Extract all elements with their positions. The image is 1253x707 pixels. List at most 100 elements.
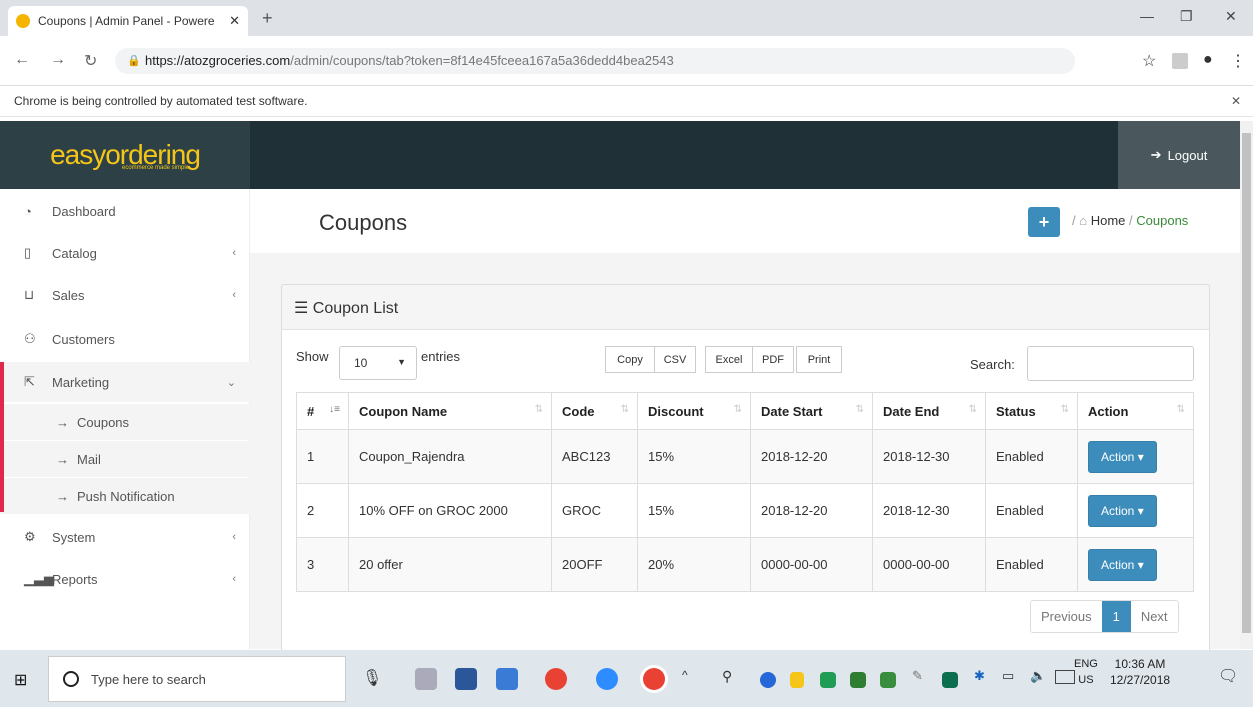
bluetooth-icon[interactable]: ✱ [974, 668, 985, 684]
sort-icon: ⇅ [733, 404, 742, 415]
cortana-icon [63, 671, 79, 687]
copy-button[interactable]: Copy [605, 346, 655, 373]
infobar-close-icon[interactable]: ✕ [1231, 94, 1241, 108]
sidebar-subitem-coupons[interactable]: → Coupons [0, 404, 250, 440]
notification-icon[interactable]: 🗨 [1218, 666, 1238, 686]
back-icon[interactable]: ← [14, 51, 30, 69]
catalog-icon: ▯ [24, 245, 32, 260]
people-icon[interactable]: ⚲ [722, 668, 732, 685]
page-scrollbar[interactable] [1240, 121, 1253, 649]
minimize-icon[interactable]: — [1140, 8, 1154, 24]
sidebar-subitem-label: Coupons [77, 414, 130, 430]
tray-app2-icon[interactable] [820, 672, 836, 688]
add-coupon-button[interactable]: + [1028, 207, 1060, 237]
table-row: 2 10% OFF on GROC 2000 GROC 15% 2018-12-… [296, 483, 1194, 538]
sidebar-item-reports[interactable]: ▁▃▅ Reports ‹ [0, 559, 250, 599]
entries-select[interactable]: 10 ▼ [339, 346, 417, 380]
volume-icon[interactable]: 🔈 [1030, 668, 1046, 684]
col-header-code[interactable]: Code ⇅ [551, 392, 638, 430]
tray-app4-icon[interactable] [880, 672, 896, 688]
reload-icon[interactable]: ↻ [84, 51, 97, 71]
pagination-previous[interactable]: Previous [1031, 601, 1102, 632]
panel-title: Coupon List [312, 300, 399, 317]
search-input[interactable] [1027, 346, 1194, 381]
sidebar-item-catalog[interactable]: ▯ Catalog ‹ [0, 233, 250, 273]
sidebar-subitem-mail[interactable]: → Mail [0, 441, 250, 477]
zoom-icon[interactable] [596, 668, 618, 690]
sidebar-item-customers[interactable]: ⚇ Customers [0, 319, 250, 359]
bookmark-star-icon[interactable]: ☆ [1142, 51, 1156, 71]
windows-start-icon[interactable]: ⊞ [14, 670, 27, 690]
col-header-date-end[interactable]: Date End ⇅ [872, 392, 986, 430]
cell-status: Enabled [985, 537, 1078, 592]
action-dropdown-button[interactable]: Action ▾ [1088, 548, 1157, 581]
dashboard-icon: ◔ [24, 203, 32, 219]
close-window-icon[interactable]: ✕ [1225, 8, 1237, 25]
tray-shield-icon[interactable] [790, 672, 804, 688]
taskbar-search-input[interactable]: Type here to search [48, 656, 346, 702]
tray-expand-icon[interactable]: ^ [682, 668, 688, 682]
col-header-num[interactable]: # ↓≡ [296, 392, 349, 430]
entries-label: entries [421, 349, 461, 364]
pagination-page-1[interactable]: 1 [1101, 601, 1131, 632]
sidebar-item-label: Sales [52, 287, 85, 303]
clock-time: 10:36 AM [1114, 657, 1166, 671]
chrome-icon[interactable] [545, 668, 567, 690]
sidebar-item-marketing[interactable]: ⇱ Marketing ⌄ [0, 362, 250, 402]
csv-button[interactable]: CSV [654, 346, 696, 373]
restore-icon[interactable]: ❐ [1180, 8, 1193, 25]
tray-app-icon[interactable] [760, 672, 776, 688]
pdf-button[interactable]: PDF [752, 346, 794, 373]
sort-icon: ⇅ [968, 404, 977, 415]
col-header-date-start[interactable]: Date Start ⇅ [750, 392, 873, 430]
language-indicator[interactable]: ENG US [1074, 656, 1098, 688]
sidebar-item-system[interactable]: ⚙ System ‹ [0, 517, 250, 557]
task-view-icon[interactable] [415, 668, 437, 690]
col-header-status[interactable]: Status ⇅ [985, 392, 1078, 430]
forward-icon[interactable]: → [50, 51, 66, 69]
app-icon[interactable] [496, 668, 518, 690]
menu-icon[interactable]: ⋮ [1230, 51, 1246, 71]
breadcrumb-home[interactable]: Home [1091, 213, 1126, 228]
tray-app5-icon[interactable] [942, 672, 958, 688]
tray-app3-icon[interactable] [850, 672, 866, 688]
caret-down-icon: ▾ [1137, 503, 1144, 518]
profile-icon[interactable]: ● [1203, 51, 1213, 69]
logout-button[interactable]: ➔ Logout [1118, 121, 1240, 189]
pagination-next[interactable]: Next [1130, 601, 1178, 632]
lang-region: US [1078, 674, 1094, 686]
arrow-right-icon: → [56, 488, 69, 504]
new-tab-icon[interactable]: + [262, 8, 273, 29]
system-clock[interactable]: 10:36 AM 12/27/2018 [1110, 656, 1170, 688]
scrollbar-thumb[interactable] [1242, 133, 1251, 633]
extension-icon[interactable] [1172, 53, 1188, 69]
col-header-discount[interactable]: Discount ⇅ [637, 392, 751, 430]
sidebar-item-label: Customers [52, 331, 115, 347]
browser-tab[interactable]: Coupons | Admin Panel - Powere ✕ [8, 6, 248, 36]
chrome-active-icon[interactable] [643, 668, 665, 690]
cell-name: 10% OFF on GROC 2000 [348, 483, 552, 538]
network-icon[interactable]: ▭ [1002, 668, 1014, 684]
sidebar: ◔ Dashboard ▯ Catalog ‹ ⊔ Sales ‹ ⚇ Customers … [0, 189, 250, 649]
print-button[interactable]: Print [796, 346, 842, 373]
url-input[interactable]: 🔒 https://atozgroceries.com/admin/coupons… [115, 48, 1075, 74]
sidebar-item-sales[interactable]: ⊔ Sales ‹ [0, 275, 250, 315]
home-icon: ⌂ [1079, 213, 1088, 228]
bar-chart-icon: ▁▃▅ [24, 571, 54, 586]
app-logo[interactable]: easyordering ecommerce made simple [0, 121, 250, 189]
microphone-icon[interactable]: 🎙 [362, 668, 382, 688]
excel-button[interactable]: Excel [705, 346, 753, 373]
col-header-action[interactable]: Action ⇅ [1077, 392, 1194, 430]
sidebar-subitem-push-notification[interactable]: → Push Notification [0, 478, 250, 514]
url-path: /admin/coupons/tab?token=8f14e45fceea167… [290, 53, 674, 68]
action-dropdown-button[interactable]: Action ▾ [1088, 440, 1157, 473]
pen-icon[interactable]: ✎ [912, 668, 923, 684]
tab-close-icon[interactable]: ✕ [229, 13, 240, 29]
action-dropdown-button[interactable]: Action ▾ [1088, 494, 1157, 527]
col-header-name[interactable]: Coupon Name ⇅ [348, 392, 552, 430]
cell-end: 0000-00-00 [872, 537, 986, 592]
word-icon[interactable] [455, 668, 477, 690]
keyboard-icon[interactable] [1055, 670, 1075, 684]
sidebar-item-dashboard[interactable]: ◔ Dashboard [0, 191, 250, 231]
page-title: Coupons [319, 210, 408, 235]
